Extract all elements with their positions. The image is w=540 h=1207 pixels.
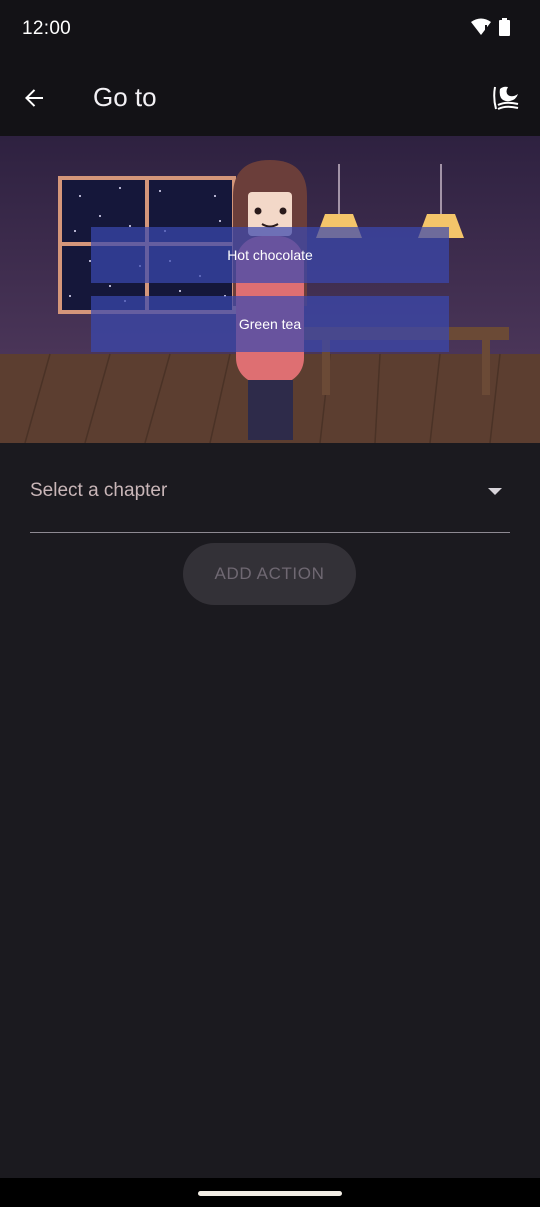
- navigation-bar: [0, 1178, 540, 1207]
- choice-green-tea[interactable]: Green tea: [91, 296, 449, 352]
- dropdown-caret-icon: [488, 488, 502, 495]
- arrow-back-icon: [25, 89, 43, 107]
- home-gesture-handle[interactable]: [198, 1191, 342, 1196]
- page-title: Go to: [93, 82, 157, 112]
- chapter-select[interactable]: Select a chapter: [30, 462, 510, 533]
- status-bar: 12:00: [0, 0, 540, 60]
- status-time: 12:00: [22, 18, 72, 39]
- theme-button[interactable]: [486, 78, 526, 118]
- chapter-select-placeholder: Select a chapter: [30, 480, 168, 501]
- battery-icon: [499, 18, 510, 41]
- status-icons: [471, 18, 510, 41]
- wifi-icon: [471, 18, 491, 41]
- choice-hot-chocolate[interactable]: Hot chocolate: [91, 227, 449, 283]
- screen: 12:00 Go to Hot chocolate Green tea Sele…: [0, 0, 540, 1207]
- theme-icon: [493, 86, 519, 110]
- add-action-button[interactable]: ADD ACTION: [183, 543, 356, 605]
- back-button[interactable]: [14, 78, 54, 118]
- scene-illustration: [0, 136, 540, 443]
- app-bar: Go to: [0, 60, 540, 136]
